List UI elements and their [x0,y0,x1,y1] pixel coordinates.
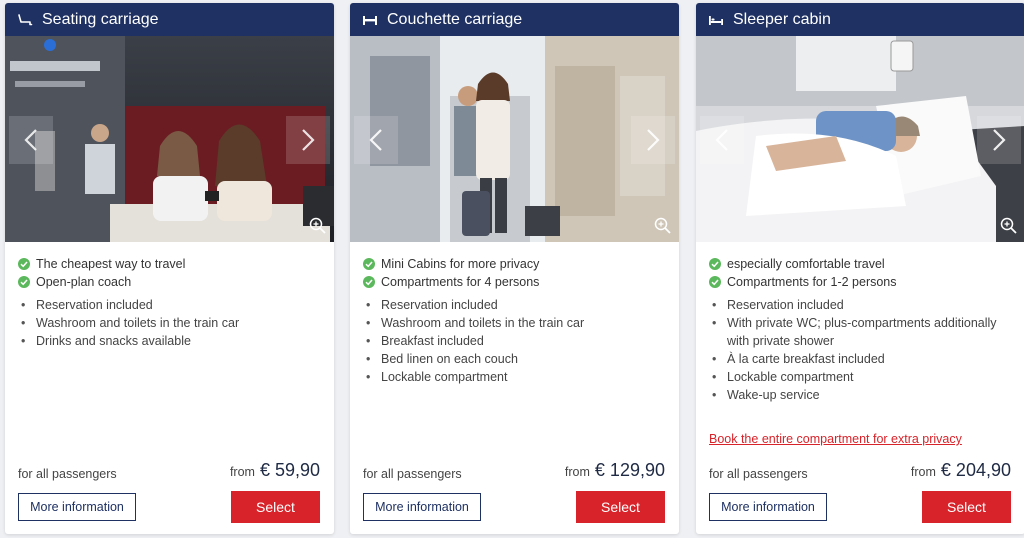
card-body: especially comfortable travel Compartmen… [696,242,1024,534]
offer-card-couchette: Couchette carriage Mini Cabins for more … [350,3,679,534]
price-prefix: from [229,465,255,479]
list-item: With private WC; plus-compartments addit… [709,314,1011,350]
card-title: Seating carriage [42,10,159,28]
check-item: The cheapest way to travel [18,255,324,273]
carousel-prev-button[interactable] [354,116,398,164]
check-icon [709,276,721,288]
carriage-photo [350,36,679,242]
price-value: € 59,90 [259,460,320,480]
check-item: Compartments for 1-2 persons [709,273,1015,291]
feature-checks: especially comfortable travel Compartmen… [709,255,1015,291]
offer-card-sleeper: Sleeper cabin especially comfortable tra… [696,3,1024,534]
chevron-left-icon [369,129,382,151]
list-item: Breakfast included [363,332,665,350]
feature-checks: The cheapest way to travel Open-plan coa… [18,255,324,291]
list-item: Wake-up service [709,386,1011,404]
check-item: especially comfortable travel [709,255,1015,273]
passenger-scope: for all passengers [709,467,808,481]
check-icon [18,276,30,288]
more-information-button[interactable]: More information [709,493,827,521]
bed-icon [709,15,723,25]
list-item: Washroom and toilets in the train car [18,314,320,332]
list-item: Reservation included [363,296,665,314]
chevron-right-icon [647,129,660,151]
check-text: especially comfortable travel [727,257,885,271]
zoom-icon[interactable] [652,215,674,237]
zoom-icon[interactable] [307,215,329,237]
list-item: Lockable compartment [709,368,1011,386]
zoom-icon[interactable] [998,215,1020,237]
check-icon [363,258,375,270]
check-text: Compartments for 4 persons [381,275,540,289]
list-item: Lockable compartment [363,368,665,386]
card-header: Sleeper cabin [696,3,1024,36]
feature-list: Reservation included Washroom and toilet… [18,296,320,350]
chevron-right-icon [302,129,315,151]
price-prefix: from [910,465,936,479]
card-title: Couchette carriage [387,10,523,28]
more-information-button[interactable]: More information [18,493,136,521]
feature-list: Reservation included Washroom and toilet… [363,296,665,386]
list-item: À la carte breakfast included [709,350,1011,368]
chevron-left-icon [24,129,37,151]
check-icon [363,276,375,288]
carousel-prev-button[interactable] [9,116,53,164]
carousel-prev-button[interactable] [700,116,744,164]
card-header: Couchette carriage [350,3,679,36]
price-value: € 204,90 [940,460,1011,480]
price-block: from € 129,90 [565,460,665,481]
price-block: from € 204,90 [911,460,1011,481]
couchette-icon [363,15,377,25]
carousel-next-button[interactable] [286,116,330,164]
carriage-photo [696,36,1024,242]
list-item: Reservation included [709,296,1011,314]
check-item: Open-plan coach [18,273,324,291]
card-body: Mini Cabins for more privacy Compartment… [350,242,679,534]
list-item: Reservation included [18,296,320,314]
list-item: Bed linen on each couch [363,350,665,368]
carousel-next-button[interactable] [977,116,1021,164]
chevron-left-icon [715,129,728,151]
couchette-photo-image [350,36,679,242]
select-button[interactable]: Select [576,491,665,523]
select-button[interactable]: Select [922,491,1011,523]
chevron-right-icon [993,129,1006,151]
price-block: from € 59,90 [230,460,320,481]
passenger-scope: for all passengers [18,467,117,481]
more-information-button[interactable]: More information [363,493,481,521]
card-title: Sleeper cabin [733,10,831,28]
book-entire-compartment-link[interactable]: Book the entire compartment for extra pr… [709,432,962,446]
offer-card-seating: Seating carriage The cheapest way to tra… [5,3,334,534]
check-text: Mini Cabins for more privacy [381,257,540,271]
card-body: The cheapest way to travel Open-plan coa… [5,242,334,534]
list-item: Drinks and snacks available [18,332,320,350]
sleeper-photo-image [696,36,1024,242]
feature-checks: Mini Cabins for more privacy Compartment… [363,255,669,291]
feature-list: Reservation included With private WC; pl… [709,296,1011,404]
select-button[interactable]: Select [231,491,320,523]
check-text: Compartments for 1-2 persons [727,275,897,289]
passenger-scope: for all passengers [363,467,462,481]
list-item: Washroom and toilets in the train car [363,314,665,332]
price-value: € 129,90 [594,460,665,480]
check-icon [709,258,721,270]
carriage-photo [5,36,334,242]
check-icon [18,258,30,270]
price-prefix: from [564,465,590,479]
check-item: Mini Cabins for more privacy [363,255,669,273]
check-text: Open-plan coach [36,275,132,289]
seat-icon [18,13,33,25]
check-text: The cheapest way to travel [36,257,186,271]
card-header: Seating carriage [5,3,334,36]
seating-photo-image [5,36,334,242]
carousel-next-button[interactable] [631,116,675,164]
check-item: Compartments for 4 persons [363,273,669,291]
